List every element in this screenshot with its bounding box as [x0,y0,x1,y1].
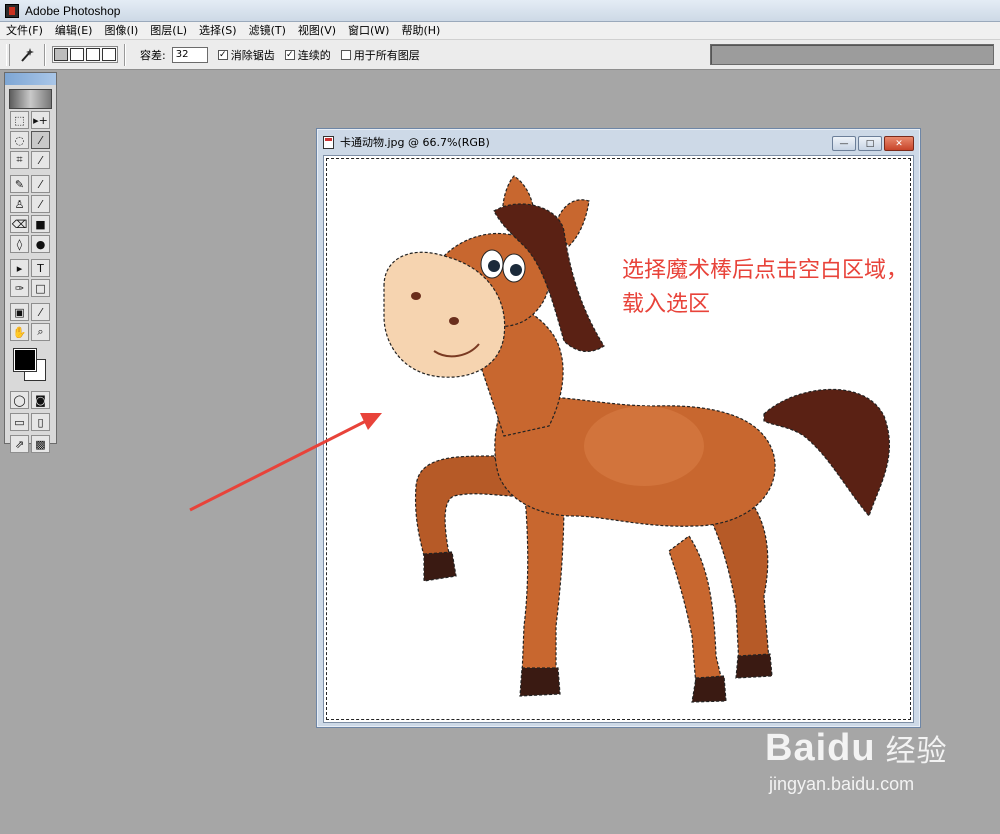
add-to-selection-button[interactable] [70,48,84,61]
new-selection-button[interactable] [54,48,68,61]
watermark-brand: Baidu 经验 [765,726,948,770]
screen-mode-icon[interactable]: ▭ [10,413,29,431]
imageready-jump-icon[interactable]: ⇗ [10,435,29,453]
image-canvas[interactable]: 选择魔术棒后点击空白区域， 载入选区 [323,155,914,723]
options-bar: 容差: 32 ✓ 消除锯齿 ✓ 连续的 用于所有图层 [0,40,1000,70]
full-screen-icon[interactable]: ▯ [31,413,50,431]
watermark-brand-name: Baidu [765,726,876,769]
options-grip[interactable] [6,43,10,66]
cartoon-horse-image [383,175,890,703]
contiguous-label: 连续的 [297,48,331,62]
menu-image[interactable]: 图像(I) [98,22,144,40]
tolerance-label: 容差: [140,48,166,62]
maximize-button[interactable]: □ [858,136,882,151]
blur-tool-icon[interactable]: ◊ [10,235,29,253]
toolbox-header[interactable] [5,73,56,85]
palette-well[interactable] [710,44,994,65]
checkbox-mark [340,49,351,60]
document-window: 卡通动物.jpg @ 66.7%(RGB) — □ ✕ 选择魔术棒后点击空白区域… [316,128,921,728]
gradient-tool-icon[interactable]: ■ [31,215,50,233]
instruction-annotation: 选择魔术棒后点击空白区域， 载入选区 [622,254,908,322]
annotation-line-2: 载入选区 [622,292,711,317]
divider [124,43,126,66]
magic-wand-icon[interactable] [16,45,38,65]
zoom-tool-icon[interactable]: ⌕ [31,323,50,341]
eyedropper-tool-icon[interactable]: ⁄ [31,303,50,321]
intersect-selection-button[interactable] [102,48,116,61]
watermark-brand-cn: 经验 [885,735,948,768]
contiguous-checkbox[interactable]: ✓ 连续的 [284,47,331,63]
standard-mode-icon[interactable]: ◯ [10,391,29,409]
anti-alias-checkbox[interactable]: ✓ 消除锯齿 [217,47,275,63]
pen-tool-icon[interactable]: ✑ [10,279,29,297]
watermark-url: jingyan.baidu.com [769,774,915,794]
lasso-tool-icon[interactable]: ◌ [10,131,29,149]
quick-mask-icon[interactable]: ◙ [31,391,50,409]
marquee-tool-icon[interactable]: ⬚ [10,111,29,129]
healing-brush-icon[interactable]: ✎ [10,175,29,193]
subtract-selection-button[interactable] [86,48,100,61]
history-brush-icon[interactable]: ⁄ [31,195,50,213]
menu-view[interactable]: 视图(V) [292,22,342,40]
document-icon [323,135,334,149]
imageready-icon[interactable]: ▩ [31,435,50,453]
tolerance-input[interactable]: 32 [171,46,208,63]
document-title-bar[interactable]: 卡通动物.jpg @ 66.7%(RGB) [317,129,920,155]
menu-help[interactable]: 帮助(H) [395,22,446,40]
move-tool-icon[interactable]: ▸+ [31,111,50,129]
toolbox: ⬚ ▸+ ◌ ⁄ ⌗ ⁄ ✎ ⁄ ♙ ⁄ ⌫ ■ ◊ ● ▸ T ✑ □ ▣ ⁄ ✋ ⌕ ◯ ◙ ▭ ▯ … [4,72,57,453]
eraser-tool-icon[interactable]: ⌫ [10,215,29,233]
checkbox-mark: ✓ [217,49,228,60]
menu-layer[interactable]: 图层(L) [144,22,193,40]
all-layers-checkbox[interactable]: 用于所有图层 [340,47,420,63]
menu-filter[interactable]: 滤镜(T) [243,22,292,40]
menu-window[interactable]: 窗口(W) [342,22,395,40]
menu-edit[interactable]: 编辑(E) [49,22,99,40]
title-bar: Adobe Photoshop [0,0,1000,22]
crop-tool-icon[interactable]: ⌗ [10,151,29,169]
anti-alias-label: 消除锯齿 [230,48,275,62]
path-select-icon[interactable]: ▸ [10,259,29,277]
dodge-tool-icon[interactable]: ● [31,235,50,253]
shape-tool-icon[interactable]: □ [31,279,50,297]
brush-tool-icon[interactable]: ⁄ [31,175,50,193]
foreground-color[interactable] [13,348,37,372]
selection-mode-group [52,46,118,63]
photoshop-logo-icon [5,3,19,18]
magic-wand-tool-icon[interactable]: ⁄ [31,131,50,149]
toolbox-logo[interactable] [9,89,52,109]
divider [44,43,46,66]
type-tool-icon[interactable]: T [31,259,50,277]
all-layers-label: 用于所有图层 [353,48,420,62]
annotation-line-1: 选择魔术棒后点击空白区域， [622,258,909,283]
menu-select[interactable]: 选择(S) [193,22,243,40]
color-swatches [10,347,56,387]
minimize-button[interactable]: — [832,136,856,151]
clone-stamp-icon[interactable]: ♙ [10,195,29,213]
baidu-watermark: Baidu 经验 jingyan.baidu.com [765,726,948,795]
photoshop-app: Adobe Photoshop 文件(F) 编辑(E) 图像(I) 图层(L) … [0,0,1000,834]
window-controls: — □ ✕ [832,136,914,151]
hand-tool-icon[interactable]: ✋ [10,323,29,341]
checkbox-mark: ✓ [284,49,295,60]
menu-bar: 文件(F) 编辑(E) 图像(I) 图层(L) 选择(S) 滤镜(T) 视图(V… [0,22,1000,40]
menu-file[interactable]: 文件(F) [0,22,49,40]
slice-tool-icon[interactable]: ⁄ [31,151,50,169]
notes-tool-icon[interactable]: ▣ [10,303,29,321]
app-title: Adobe Photoshop [25,3,121,18]
document-title: 卡通动物.jpg @ 66.7%(RGB) [340,136,490,149]
close-button[interactable]: ✕ [884,136,914,151]
